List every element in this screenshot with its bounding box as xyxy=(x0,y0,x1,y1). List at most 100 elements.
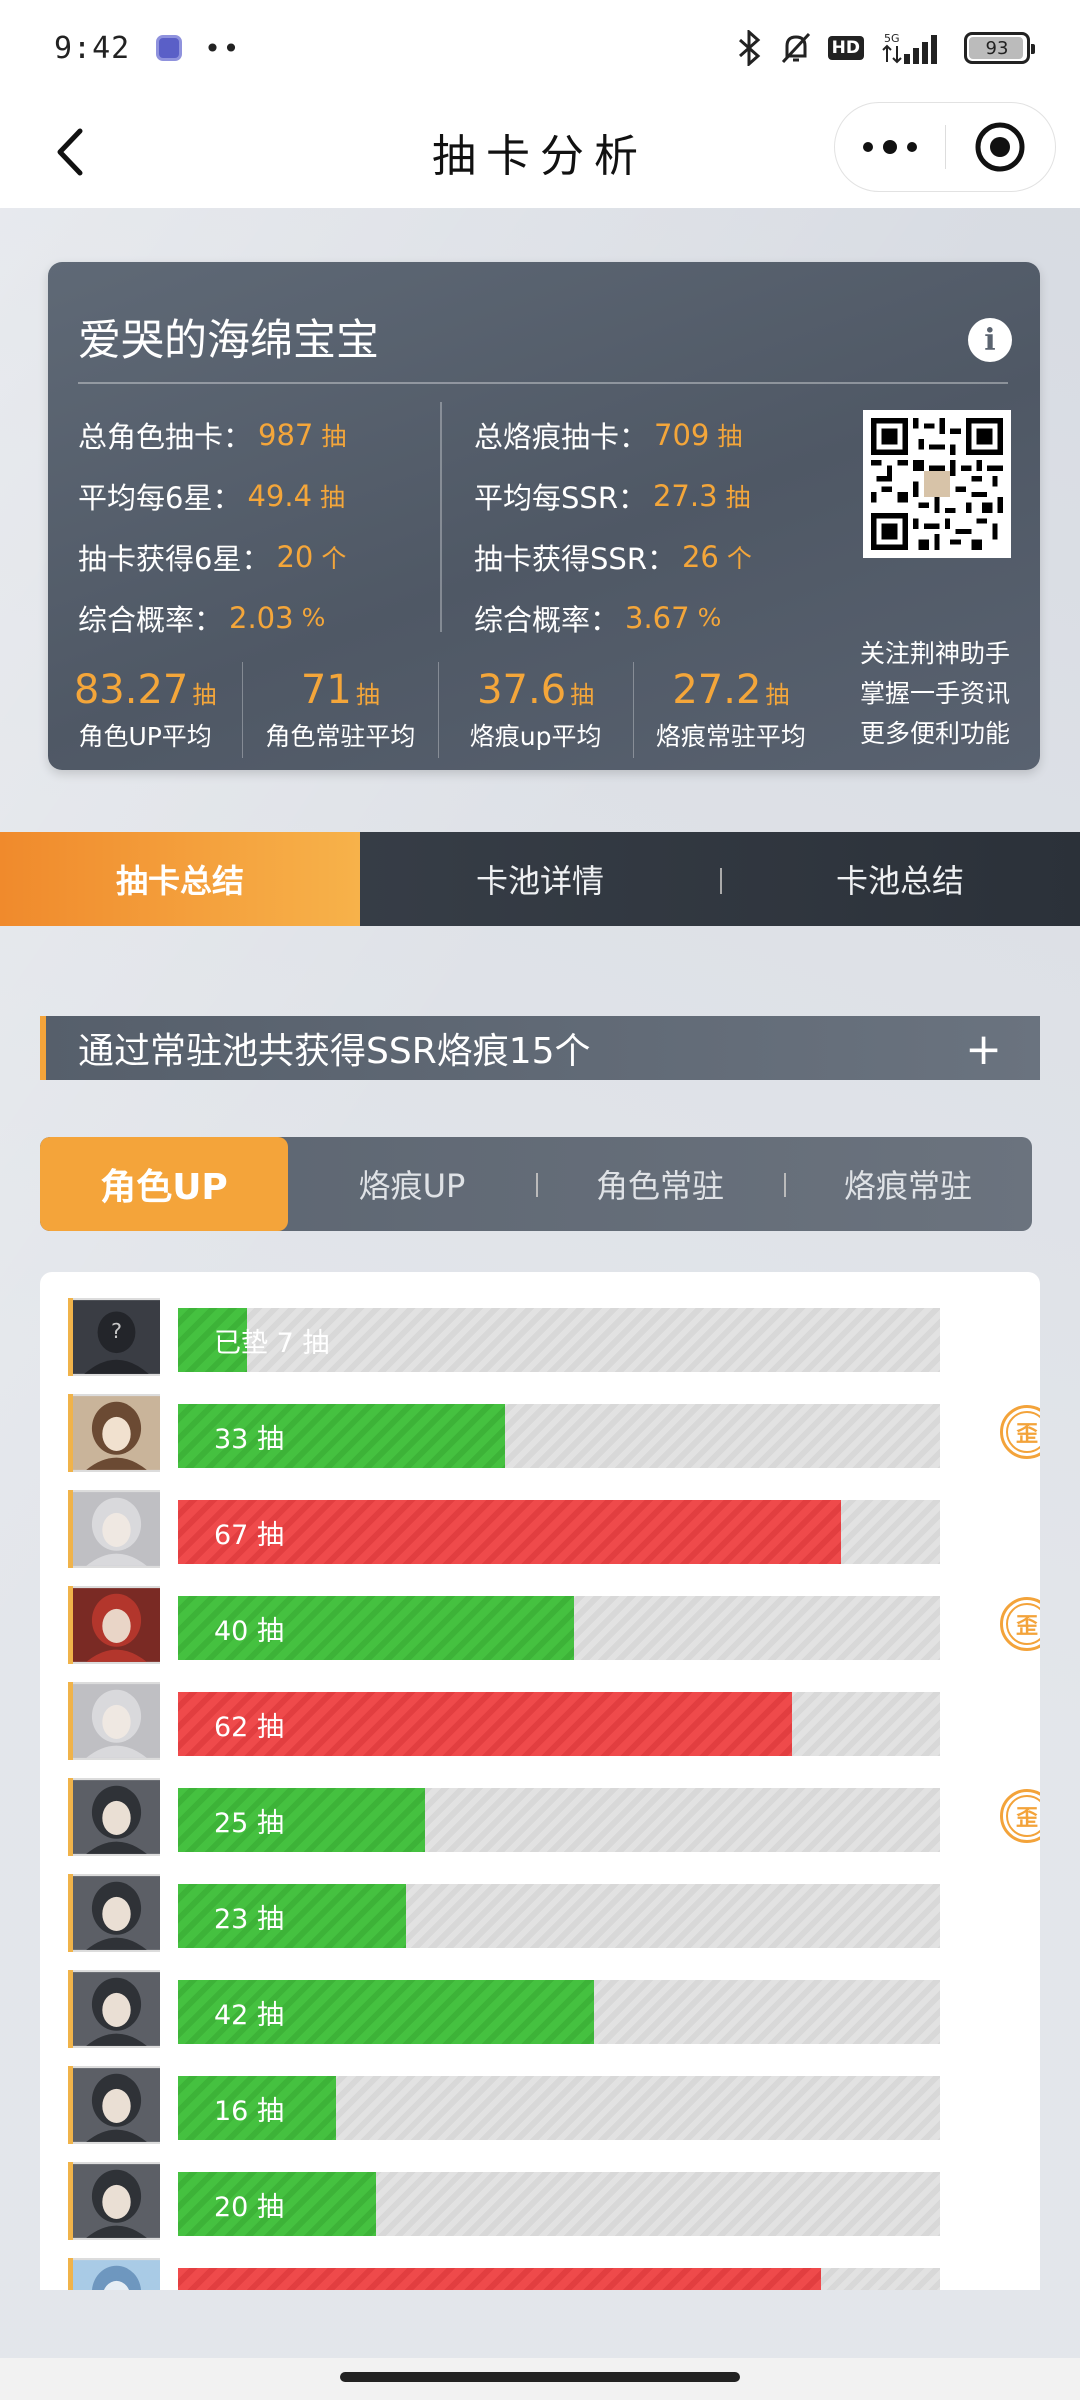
network-type: 5G xyxy=(884,32,900,45)
pull-progress-fill xyxy=(178,2268,822,2290)
more-dots-icon xyxy=(862,140,917,154)
character-avatar[interactable] xyxy=(68,2258,160,2290)
pull-progress-track: 42 抽 xyxy=(178,1980,940,2044)
pull-progress-track: 已垫 7 抽 xyxy=(178,1308,940,1372)
tab-pool-details[interactable]: 卡池详情 xyxy=(360,832,720,926)
pull-row xyxy=(68,2258,1028,2290)
more-menu-button[interactable] xyxy=(835,103,945,191)
character-avatar[interactable] xyxy=(68,2066,160,2144)
battery-level: 93 xyxy=(985,37,1009,59)
profile-card: 爱哭的海绵宝宝 i 总角色抽卡： 987 抽 平均每6星： 49.4 抽 抽卡获得6星：… xyxy=(48,262,1040,770)
pull-row: 25 抽 歪 xyxy=(68,1778,1040,1858)
pull-count-label: 67 抽 xyxy=(214,1519,284,1551)
card-divider xyxy=(78,382,1008,384)
pull-progress-fill xyxy=(178,1884,406,1948)
character-avatar[interactable] xyxy=(68,1970,160,2048)
section-title: 通过常驻池共获得SSR烙痕15个 xyxy=(78,1031,591,1072)
lost-5050-badge-icon: 歪 xyxy=(1000,1597,1040,1651)
pull-progress-track: 40 抽 xyxy=(178,1596,940,1660)
bluetooth-icon xyxy=(736,30,764,66)
pull-row: 40 抽 歪 xyxy=(68,1586,1040,1666)
main-tabs: 抽卡总结 卡池详情 卡池总结 xyxy=(0,832,1080,926)
status-bar: 9:42 •• HD 5G 93 xyxy=(0,0,1080,96)
subtab-role-standard[interactable]: 角色常驻 xyxy=(536,1137,784,1231)
pull-count-label: 25 抽 xyxy=(214,1807,284,1839)
status-time: 9:42 xyxy=(54,30,131,66)
character-avatar[interactable] xyxy=(68,1394,160,1472)
pool-type-tabs: 角色UP 烙痕UP 角色常驻 烙痕常驻 xyxy=(40,1137,1032,1231)
back-button[interactable] xyxy=(40,122,100,182)
hd-badge: HD xyxy=(827,36,864,60)
pull-row: 20 抽 xyxy=(68,2162,1028,2242)
pull-count-label: 40 抽 xyxy=(214,1615,284,1647)
character-avatar[interactable] xyxy=(68,1682,160,1760)
average-summary: 83.27 抽 角色UP平均 71 抽 角色常驻平均 37.6 抽 烙痕up平均 27… xyxy=(48,662,828,758)
info-icon[interactable]: i xyxy=(968,318,1012,362)
avg-role-standard: 71 抽 角色常驻平均 xyxy=(243,662,439,758)
pull-count-label: 23 抽 xyxy=(214,1903,284,1935)
promo-text: 关注荆神助手 掌握一手资讯 更多便利功能 xyxy=(859,639,1010,748)
pull-row: 62 抽 xyxy=(68,1682,1028,1762)
tab-pull-summary[interactable]: 抽卡总结 xyxy=(0,832,360,926)
chevron-left-icon xyxy=(57,128,83,176)
pull-count-label: 20 抽 xyxy=(214,2191,284,2223)
pull-progress-track: 23 抽 xyxy=(178,1884,940,1948)
pull-progress-track: 25 抽 xyxy=(178,1788,940,1852)
subtab-role-up[interactable]: 角色UP xyxy=(40,1137,288,1231)
pull-row: 42 抽 xyxy=(68,1970,1028,2050)
avg-imprint-up: 37.6 抽 烙痕up平均 xyxy=(439,662,634,758)
character-avatar[interactable] xyxy=(68,1586,160,1664)
status-icons: HD 5G 93 xyxy=(736,30,1035,66)
lost-5050-badge-icon: 歪 xyxy=(1000,1405,1040,1459)
pull-count-label: 33 抽 xyxy=(214,1423,284,1455)
character-avatar[interactable]: ? xyxy=(68,1298,160,1376)
pull-count-label: 62 抽 xyxy=(214,1711,284,1743)
signal-icon: 5G xyxy=(878,30,944,66)
pull-row: 16 抽 xyxy=(68,2066,1028,2146)
lost-5050-badge-icon: 歪 xyxy=(1000,1789,1040,1843)
character-avatar[interactable] xyxy=(68,1874,160,1952)
stat-row: 总烙痕抽卡： 709 抽 xyxy=(474,417,743,454)
tab-pool-summary[interactable]: 卡池总结 xyxy=(720,832,1080,926)
pull-row: 33 抽 歪 xyxy=(68,1394,1040,1474)
stat-row: 总角色抽卡： 987 抽 xyxy=(78,417,347,454)
pull-progress-track: 67 抽 xyxy=(178,1500,940,1564)
stat-row: 平均每6星： 49.4 抽 xyxy=(78,478,346,515)
qr-code-icon xyxy=(863,410,1011,558)
status-more-dots: •• xyxy=(204,31,242,65)
target-circle-icon xyxy=(975,122,1025,172)
navigation-bar: 抽卡分析 xyxy=(0,96,1080,208)
character-avatar[interactable] xyxy=(68,1778,160,1856)
pull-row: ? 已垫 7 抽 xyxy=(68,1298,1028,1378)
pull-progress-track: 20 抽 xyxy=(178,2172,940,2236)
pull-progress-track: 33 抽 xyxy=(178,1404,940,1468)
stat-row: 抽卡获得SSR： 26 个 xyxy=(474,539,752,576)
expand-plus-icon[interactable]: + xyxy=(965,1024,1002,1075)
stat-row: 综合概率： 2.03% xyxy=(78,600,326,637)
column-divider xyxy=(440,402,442,632)
section-header[interactable]: 通过常驻池共获得SSR烙痕15个 + xyxy=(40,1016,1040,1080)
pull-row: 67 抽 xyxy=(68,1490,1028,1570)
home-indicator[interactable] xyxy=(340,2372,740,2382)
imprint-stats: 总烙痕抽卡： 709 抽 平均每SSR： 27.3 抽 抽卡获得SSR： 26 个 综合概率… xyxy=(474,404,752,648)
close-miniprogram-button[interactable] xyxy=(946,103,1056,191)
pull-progress-track: 62 抽 xyxy=(178,1692,940,1756)
pull-history-list: ? 已垫 7 抽 33 抽歪 67 抽 40 抽歪 62 抽 25 抽歪 23 抽 42 抽 16… xyxy=(40,1272,1040,2290)
miniprogram-capsule xyxy=(834,102,1056,192)
pull-row: 23 抽 xyxy=(68,1874,1028,1954)
character-avatar[interactable] xyxy=(68,1490,160,1568)
stat-row: 综合概率： 3.67% xyxy=(474,600,722,637)
stat-row: 抽卡获得6星： 20 个 xyxy=(78,539,347,576)
app-notification-icon xyxy=(156,35,183,61)
profile-name: 爱哭的海绵宝宝 xyxy=(78,316,379,366)
subtab-imprint-up[interactable]: 烙痕UP xyxy=(288,1137,536,1231)
avg-role-up: 83.27 抽 角色UP平均 xyxy=(48,662,244,758)
svg-text:?: ? xyxy=(111,1319,122,1343)
stat-row: 平均每SSR： 27.3 抽 xyxy=(474,478,751,515)
mute-bell-icon xyxy=(778,30,814,66)
page-title: 抽卡分析 xyxy=(432,131,648,182)
pull-count-label: 已垫 7 抽 xyxy=(214,1327,330,1359)
pull-progress-track xyxy=(178,2268,940,2290)
subtab-imprint-standard[interactable]: 烙痕常驻 xyxy=(784,1137,1032,1231)
character-avatar[interactable] xyxy=(68,2162,160,2240)
